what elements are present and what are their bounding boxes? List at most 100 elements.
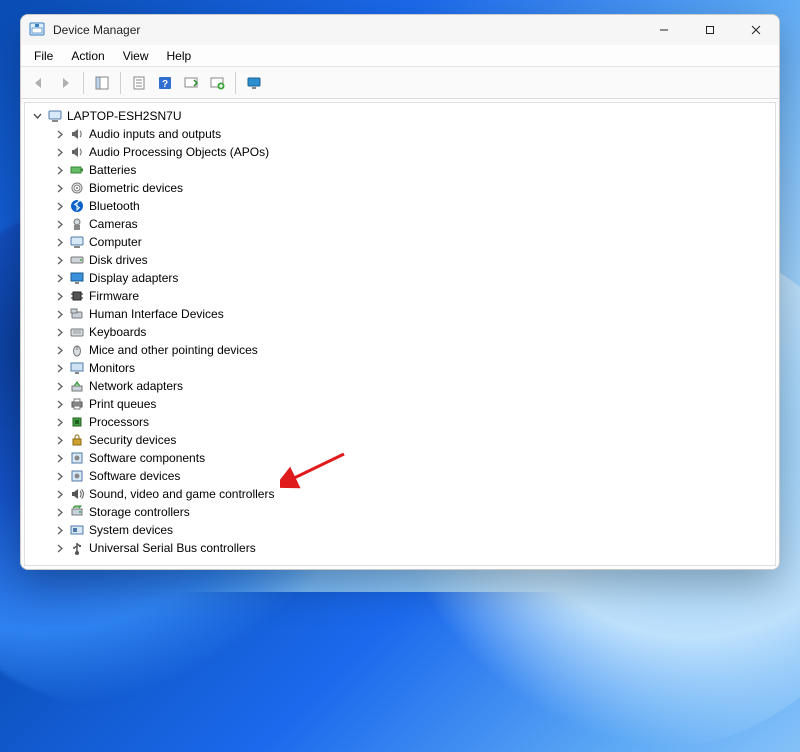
properties-button[interactable] (127, 71, 151, 95)
tree-row[interactable]: Audio Processing Objects (APOs) (27, 143, 773, 161)
tree-row[interactable]: Cameras (27, 215, 773, 233)
tree-item-label: Sound, video and game controllers (89, 487, 274, 501)
chevron-right-icon[interactable] (53, 218, 65, 230)
show-hide-tree-button[interactable] (90, 71, 114, 95)
tree-item-label: Universal Serial Bus controllers (89, 541, 256, 555)
tree-row[interactable]: Batteries (27, 161, 773, 179)
tree-row[interactable]: Biometric devices (27, 179, 773, 197)
tree-row[interactable]: Computer (27, 233, 773, 251)
tree-item-label: Bluetooth (89, 199, 140, 213)
chevron-right-icon[interactable] (53, 488, 65, 500)
tree-row[interactable]: Mice and other pointing devices (27, 341, 773, 359)
chevron-right-icon[interactable] (53, 128, 65, 140)
toolbar: ? (21, 67, 779, 99)
tree-row[interactable]: System devices (27, 521, 773, 539)
menu-view[interactable]: View (114, 47, 158, 65)
tree-row[interactable]: Human Interface Devices (27, 305, 773, 323)
chevron-right-icon[interactable] (53, 326, 65, 338)
network-icon (69, 378, 85, 394)
tree-row[interactable]: Software components (27, 449, 773, 467)
tree-row[interactable]: Disk drives (27, 251, 773, 269)
tree-row[interactable]: Processors (27, 413, 773, 431)
chevron-right-icon[interactable] (53, 182, 65, 194)
remote-computer-button[interactable] (242, 71, 266, 95)
menu-action[interactable]: Action (62, 47, 113, 65)
chevron-right-icon[interactable] (53, 452, 65, 464)
tree-row[interactable]: Monitors (27, 359, 773, 377)
svg-text:?: ? (162, 79, 168, 90)
tree-item-label: Network adapters (89, 379, 183, 393)
tree-row[interactable]: Display adapters (27, 269, 773, 287)
bluetooth-icon (69, 198, 85, 214)
minimize-button[interactable] (641, 15, 687, 45)
chevron-right-icon[interactable] (53, 146, 65, 158)
add-hardware-button[interactable] (205, 71, 229, 95)
tree-row[interactable]: Keyboards (27, 323, 773, 341)
tree-row[interactable]: Storage controllers (27, 503, 773, 521)
tree-item-label: Computer (89, 235, 142, 249)
chevron-right-icon[interactable] (53, 362, 65, 374)
chevron-right-icon[interactable] (53, 506, 65, 518)
back-button[interactable] (27, 71, 51, 95)
cpu-icon (69, 414, 85, 430)
app-icon (29, 22, 45, 38)
device-tree[interactable]: LAPTOP-ESH2SN7U Audio inputs and outputs… (24, 102, 776, 566)
chevron-right-icon[interactable] (53, 290, 65, 302)
tree-row[interactable]: Print queues (27, 395, 773, 413)
tree-item-label: Cameras (89, 217, 138, 231)
chevron-right-icon[interactable] (53, 200, 65, 212)
chevron-right-icon[interactable] (53, 524, 65, 536)
chevron-right-icon[interactable] (53, 344, 65, 356)
chevron-right-icon[interactable] (53, 272, 65, 284)
tree-item-label: Monitors (89, 361, 135, 375)
chevron-right-icon[interactable] (53, 416, 65, 428)
tree-row[interactable]: Bluetooth (27, 197, 773, 215)
toolbar-separator (235, 72, 236, 94)
mouse-icon (69, 342, 85, 358)
chevron-right-icon[interactable] (53, 398, 65, 410)
chevron-right-icon[interactable] (53, 380, 65, 392)
tree-item-label: Software components (89, 451, 205, 465)
software-icon (69, 450, 85, 466)
title-bar: Device Manager (21, 15, 779, 45)
window-controls (641, 15, 779, 45)
menu-bar: File Action View Help (21, 45, 779, 67)
tree-row[interactable]: Audio inputs and outputs (27, 125, 773, 143)
tree-row[interactable]: Firmware (27, 287, 773, 305)
tree-item-label: Human Interface Devices (89, 307, 224, 321)
tree-item-label: Print queues (89, 397, 156, 411)
computer-icon (47, 108, 63, 124)
tree-row[interactable]: Network adapters (27, 377, 773, 395)
chevron-right-icon[interactable] (53, 470, 65, 482)
tree-item-label: Software devices (89, 469, 180, 483)
chevron-right-icon[interactable] (53, 236, 65, 248)
keyboard-icon (69, 324, 85, 340)
tree-row[interactable]: Security devices (27, 431, 773, 449)
maximize-button[interactable] (687, 15, 733, 45)
chevron-right-icon[interactable] (53, 164, 65, 176)
chevron-right-icon[interactable] (53, 308, 65, 320)
tree-item-label: Audio inputs and outputs (89, 127, 221, 141)
tree-row[interactable]: Universal Serial Bus controllers (27, 539, 773, 557)
tree-item-label: Processors (89, 415, 149, 429)
tree-item-label: Biometric devices (89, 181, 183, 195)
close-button[interactable] (733, 15, 779, 45)
menu-file[interactable]: File (25, 47, 62, 65)
tree-item-label: Audio Processing Objects (APOs) (89, 145, 269, 159)
help-button[interactable]: ? (153, 71, 177, 95)
menu-help[interactable]: Help (158, 47, 201, 65)
printer-icon (69, 396, 85, 412)
sound-icon (69, 486, 85, 502)
chevron-right-icon[interactable] (53, 254, 65, 266)
chevron-down-icon[interactable] (31, 110, 43, 122)
tree-row[interactable]: Software devices (27, 467, 773, 485)
system-icon (69, 522, 85, 538)
chevron-right-icon[interactable] (53, 542, 65, 554)
device-manager-window: Device Manager File Action View Help (20, 14, 780, 570)
toolbar-separator (120, 72, 121, 94)
scan-hardware-button[interactable] (179, 71, 203, 95)
forward-button[interactable] (53, 71, 77, 95)
chevron-right-icon[interactable] (53, 434, 65, 446)
tree-root[interactable]: LAPTOP-ESH2SN7U (27, 107, 773, 125)
tree-row[interactable]: Sound, video and game controllers (27, 485, 773, 503)
